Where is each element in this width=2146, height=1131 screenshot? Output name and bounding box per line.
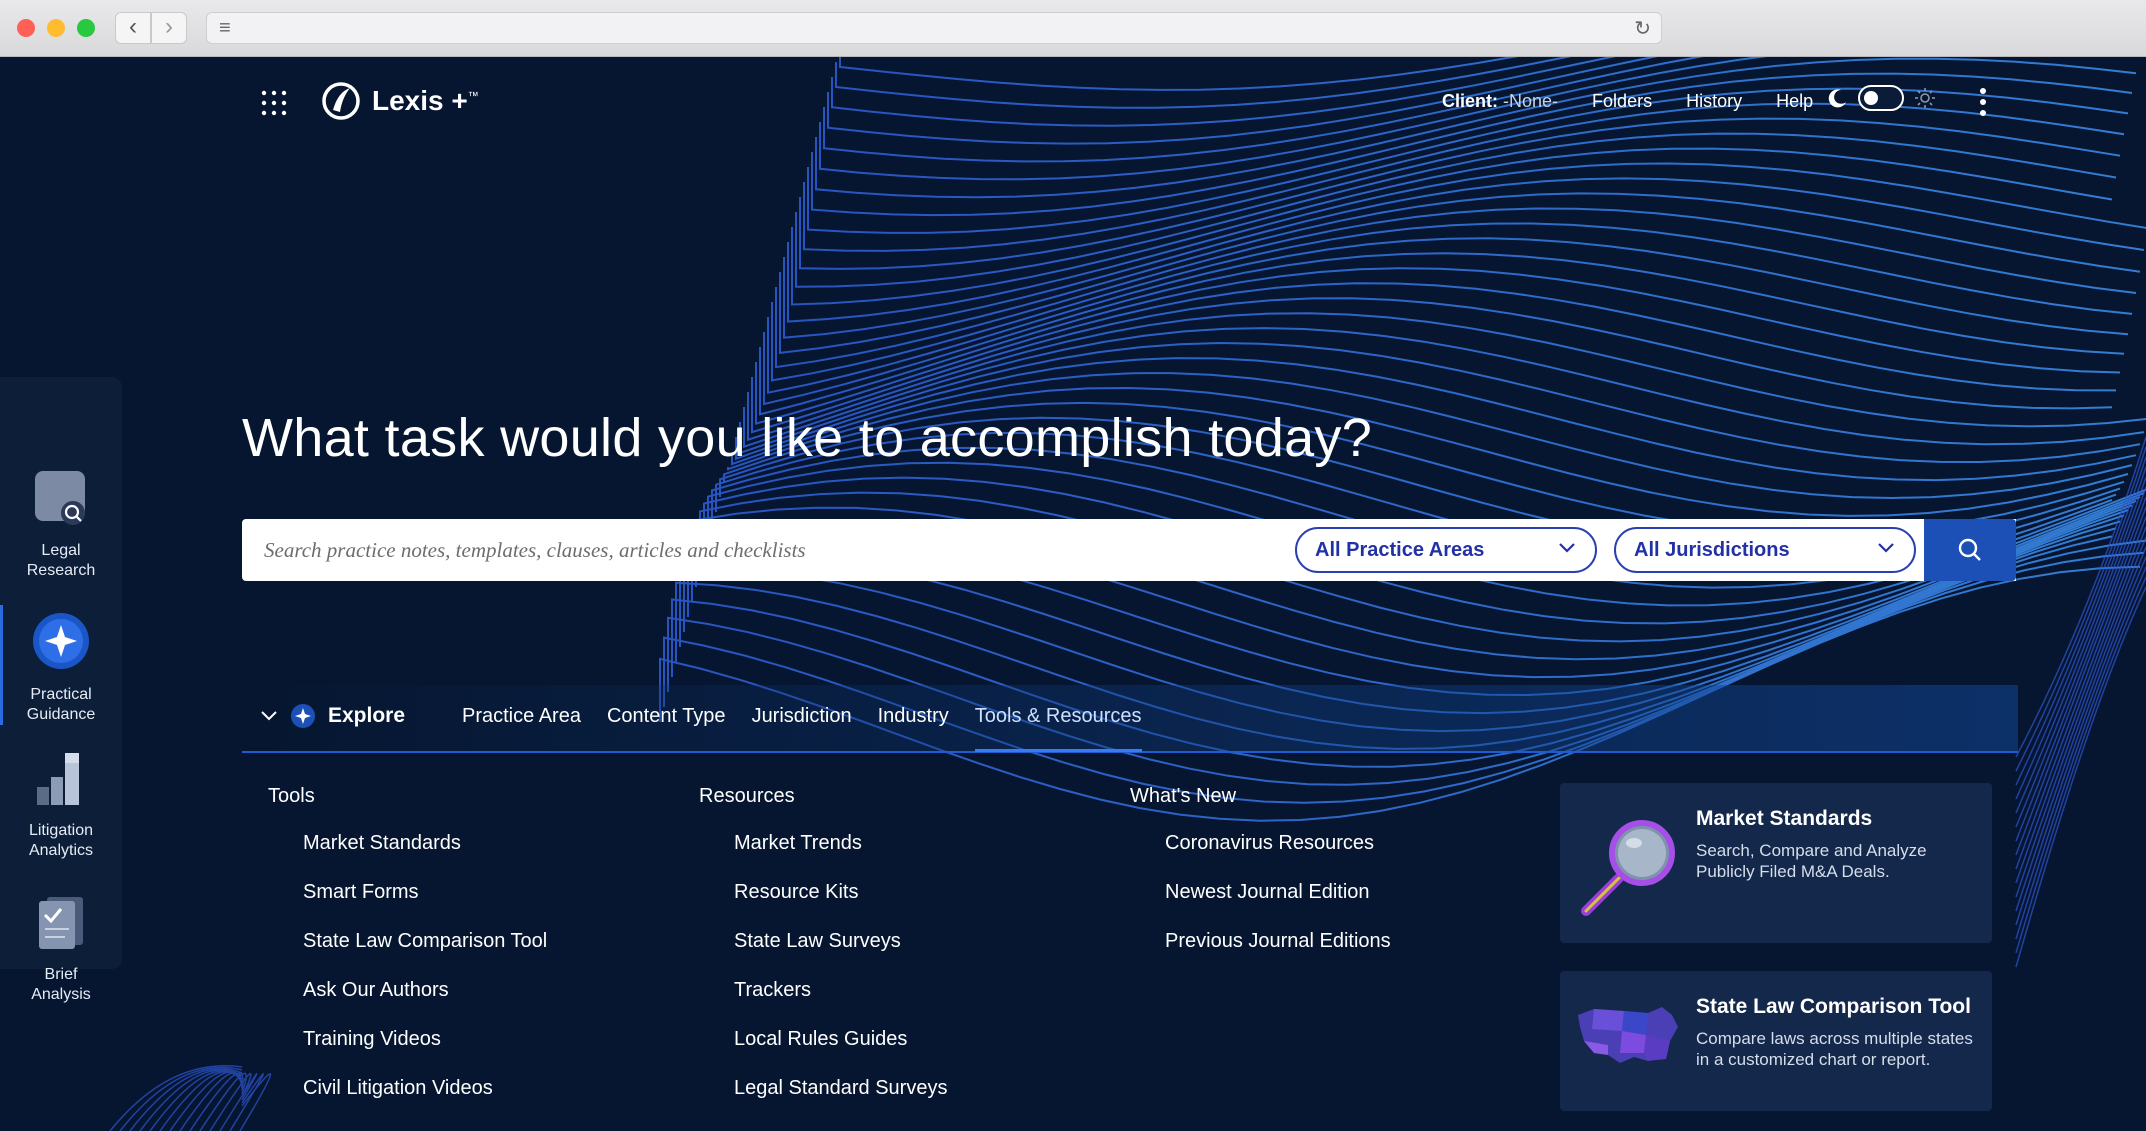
link-resource-kits[interactable]: Resource Kits bbox=[734, 879, 947, 928]
moon-icon bbox=[1828, 89, 1846, 108]
explore-bar: Explore Practice Area Content Type Juris… bbox=[242, 685, 2018, 753]
link-local-rules-guides[interactable]: Local Rules Guides bbox=[734, 1026, 947, 1075]
rail-label: Analytics bbox=[28, 842, 94, 859]
apps-grid-icon[interactable] bbox=[261, 90, 287, 116]
rail-label: Research bbox=[26, 562, 96, 579]
tools-column: Tools Market Standards Smart Forms State… bbox=[268, 785, 547, 1124]
maximize-window-button[interactable] bbox=[77, 19, 95, 37]
tab-tools-resources[interactable]: Tools & Resources bbox=[974, 705, 1142, 752]
dark-mode-toggle[interactable] bbox=[1858, 85, 1904, 111]
jurisdictions-value: All Jurisdictions bbox=[1634, 539, 1790, 561]
rail-label: Practical bbox=[30, 686, 92, 703]
theme-switcher bbox=[1828, 85, 1936, 111]
brand-name: Lexis +™ bbox=[372, 85, 479, 116]
link-market-trends[interactable]: Market Trends bbox=[734, 830, 947, 879]
market-standards-card[interactable]: Market Standards Search, Compare and Ana… bbox=[1560, 783, 1992, 943]
legal-research-icon bbox=[35, 471, 85, 525]
whats-new-column: What's New Coronavirus Resources Newest … bbox=[1130, 785, 1391, 977]
explore-icon bbox=[291, 704, 315, 728]
rail-label: Brief bbox=[44, 966, 78, 983]
search-input[interactable] bbox=[264, 519, 1264, 581]
rail-label: Litigation bbox=[28, 822, 94, 839]
resources-column: Resources Market Trends Resource Kits St… bbox=[699, 785, 947, 1124]
page-title: What task would you like to accomplish t… bbox=[242, 408, 1373, 468]
link-trackers[interactable]: Trackers bbox=[734, 977, 947, 1026]
chevron-down-icon bbox=[261, 711, 277, 721]
link-market-standards[interactable]: Market Standards bbox=[303, 830, 547, 879]
tab-content-type[interactable]: Content Type bbox=[607, 705, 726, 728]
folders-link[interactable]: Folders bbox=[1592, 91, 1652, 112]
link-training-videos[interactable]: Training Videos bbox=[303, 1026, 547, 1075]
link-previous-journal-editions[interactable]: Previous Journal Editions bbox=[1165, 928, 1391, 977]
litigation-analytics-icon bbox=[37, 753, 79, 805]
link-civil-litigation-videos[interactable]: Civil Litigation Videos bbox=[303, 1075, 547, 1124]
chevron-down-icon bbox=[1559, 543, 1575, 553]
reload-icon[interactable]: ↻ bbox=[1634, 16, 1651, 41]
us-map-icon bbox=[1578, 1007, 1678, 1063]
link-smart-forms[interactable]: Smart Forms bbox=[303, 879, 547, 928]
rail-item-brief-analysis[interactable]: Brief Analysis bbox=[0, 893, 122, 1005]
more-options-icon[interactable] bbox=[1978, 87, 1988, 117]
browser-back-button[interactable]: ‹ bbox=[115, 12, 151, 44]
top-navigation: Client: -None- Folders History Help bbox=[1442, 91, 1813, 112]
card-description: Search, Compare and Analyze Publicly Fil… bbox=[1696, 841, 1927, 881]
rail-label: Guidance bbox=[26, 706, 96, 723]
card-title: Market Standards bbox=[1696, 807, 1873, 830]
tab-jurisdiction[interactable]: Jurisdiction bbox=[752, 705, 852, 728]
explore-label: Explore bbox=[328, 704, 406, 727]
history-link[interactable]: History bbox=[1686, 91, 1742, 112]
lexis-logo[interactable]: Lexis +™ bbox=[320, 79, 479, 123]
rail-label: Analysis bbox=[31, 986, 91, 1003]
link-state-law-surveys[interactable]: State Law Surveys bbox=[734, 928, 947, 977]
rail-item-practical-guidance[interactable]: Practical Guidance bbox=[0, 605, 122, 725]
link-legal-standard-surveys[interactable]: Legal Standard Surveys bbox=[734, 1075, 947, 1124]
magnifying-glass-icon bbox=[1581, 820, 1675, 916]
link-ask-our-authors[interactable]: Ask Our Authors bbox=[303, 977, 547, 1026]
rail-item-legal-research[interactable]: Legal Research bbox=[0, 469, 122, 581]
search-icon bbox=[1958, 538, 1981, 561]
jurisdictions-dropdown[interactable]: All Jurisdictions bbox=[1614, 527, 1916, 573]
link-newest-journal-edition[interactable]: Newest Journal Edition bbox=[1165, 879, 1391, 928]
practice-areas-value: All Practice Areas bbox=[1315, 539, 1485, 561]
browser-chrome: ‹ › ≡ ↻ bbox=[0, 0, 2146, 57]
column-heading: What's New bbox=[1130, 785, 1237, 807]
sun-icon bbox=[1915, 88, 1935, 108]
state-law-comparison-card[interactable]: State Law Comparison Tool Compare laws a… bbox=[1560, 971, 1992, 1111]
chevron-down-icon bbox=[1878, 543, 1894, 553]
explore-toggle[interactable]: Explore bbox=[260, 703, 405, 729]
card-title: State Law Comparison Tool bbox=[1696, 995, 1971, 1018]
lexis-logo-icon bbox=[322, 82, 360, 120]
practical-guidance-icon bbox=[33, 613, 89, 669]
column-heading: Tools bbox=[268, 785, 315, 807]
client-selector[interactable]: Client: -None- bbox=[1442, 91, 1558, 112]
card-description: Compare laws across multiple states in a… bbox=[1696, 1029, 1973, 1069]
minimize-window-button[interactable] bbox=[47, 19, 65, 37]
browser-forward-button[interactable]: › bbox=[151, 12, 187, 44]
explore-tabs: Practice Area Content Type Jurisdiction … bbox=[462, 705, 1142, 752]
rail-item-litigation-analytics[interactable]: Litigation Analytics bbox=[0, 749, 122, 861]
tab-industry[interactable]: Industry bbox=[878, 705, 949, 728]
brief-analysis-icon bbox=[39, 897, 83, 949]
close-window-button[interactable] bbox=[17, 19, 35, 37]
link-state-law-comparison-tool[interactable]: State Law Comparison Tool bbox=[303, 928, 547, 977]
rail-label: Legal bbox=[41, 542, 81, 559]
practice-areas-dropdown[interactable]: All Practice Areas bbox=[1295, 527, 1597, 573]
reader-icon[interactable]: ≡ bbox=[219, 17, 231, 40]
search-bar: All Practice Areas All Jurisdictions bbox=[242, 519, 2016, 581]
link-coronavirus-resources[interactable]: Coronavirus Resources bbox=[1165, 830, 1391, 879]
product-rail: Legal Research Practical Guidance Litiga… bbox=[0, 377, 122, 1003]
search-button[interactable] bbox=[1924, 519, 2016, 581]
app-viewport: Lexis +™ Client: -None- Folders History … bbox=[0, 57, 2146, 1131]
tab-practice-area[interactable]: Practice Area bbox=[462, 705, 581, 728]
address-bar[interactable]: ≡ ↻ bbox=[206, 12, 1662, 44]
help-link[interactable]: Help bbox=[1776, 91, 1813, 112]
column-heading: Resources bbox=[699, 785, 795, 807]
